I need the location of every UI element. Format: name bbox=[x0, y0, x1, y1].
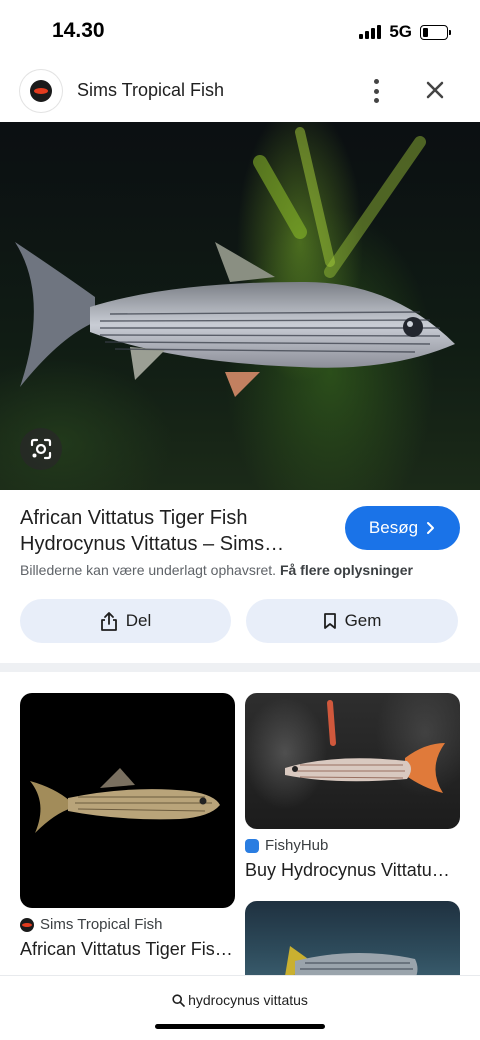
bookmark-icon bbox=[323, 613, 336, 629]
visit-button[interactable]: Besøg bbox=[345, 506, 460, 550]
related-source-2[interactable]: FishyHub bbox=[245, 837, 328, 854]
related-source-label: FishyHub bbox=[265, 837, 329, 854]
visit-label: Besøg bbox=[368, 518, 419, 537]
share-label: Del bbox=[125, 611, 152, 630]
status-time: 14.30 bbox=[52, 19, 105, 42]
google-lens-icon[interactable] bbox=[20, 428, 62, 470]
search-icon bbox=[172, 993, 185, 1007]
fish-thumbnail bbox=[285, 946, 418, 979]
battery-icon bbox=[420, 24, 451, 40]
section-divider bbox=[0, 663, 480, 672]
viewer-header: Sims Tropical Fish bbox=[0, 62, 480, 120]
result-title-line1[interactable]: African Vittatus Tiger Fish bbox=[20, 505, 330, 531]
site-favicon-icon bbox=[245, 838, 259, 853]
save-button[interactable]: Gem bbox=[246, 599, 458, 643]
save-label: Gem bbox=[344, 611, 382, 630]
site-favicon-icon bbox=[20, 917, 34, 932]
fish-illustration bbox=[15, 127, 455, 397]
status-bar: 14.30 5G bbox=[0, 0, 480, 62]
result-title-line2[interactable]: Hydrocynus Vittatus – Sims… bbox=[20, 531, 330, 557]
close-icon[interactable] bbox=[421, 76, 449, 104]
site-logo-icon[interactable] bbox=[20, 70, 62, 112]
search-bar[interactable]: hydrocynus vittatus bbox=[0, 975, 480, 1040]
result-title[interactable]: African Vittatus Tiger Fish Hydrocynus V… bbox=[20, 505, 330, 557]
fish-thumbnail bbox=[285, 700, 445, 793]
more-vert-icon[interactable] bbox=[365, 77, 387, 105]
related-image[interactable] bbox=[245, 693, 460, 829]
fish-thumbnail bbox=[30, 768, 220, 833]
related-title-1[interactable]: African Vittatus Tiger Fis… bbox=[20, 939, 235, 960]
status-icons: 5G bbox=[359, 22, 451, 42]
network-type: 5G bbox=[389, 22, 412, 41]
share-icon bbox=[100, 612, 117, 631]
related-image[interactable] bbox=[20, 693, 235, 908]
related-image[interactable] bbox=[245, 901, 460, 981]
more-info-link[interactable]: Få flere oplysninger bbox=[280, 562, 413, 578]
home-indicator[interactable] bbox=[155, 1024, 325, 1029]
search-query[interactable]: hydrocynus vittatus bbox=[0, 992, 480, 1008]
site-name[interactable]: Sims Tropical Fish bbox=[77, 80, 224, 101]
related-source-label: Sims Tropical Fish bbox=[40, 916, 163, 933]
related-source-1[interactable]: Sims Tropical Fish bbox=[20, 916, 163, 933]
preview-image[interactable] bbox=[0, 122, 480, 490]
copyright-text: Billederne kan være underlagt ophavsret. bbox=[20, 562, 277, 578]
chevron-right-icon bbox=[427, 522, 435, 534]
search-query-text: hydrocynus vittatus bbox=[188, 992, 308, 1008]
share-button[interactable]: Del bbox=[20, 599, 231, 643]
copyright-notice: Billederne kan være underlagt ophavsret.… bbox=[20, 562, 413, 578]
signal-icon bbox=[359, 25, 382, 39]
related-title-2[interactable]: Buy Hydrocynus Vittatu… bbox=[245, 860, 460, 881]
